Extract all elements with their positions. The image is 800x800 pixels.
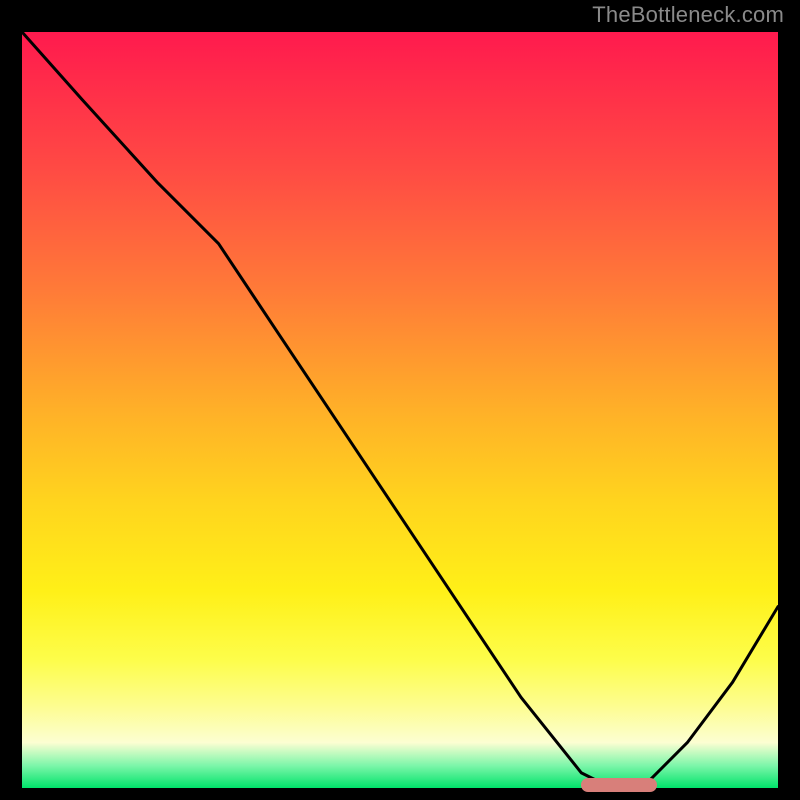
optimal-range-marker: [581, 778, 657, 792]
plot-area: [22, 32, 778, 788]
bottleneck-curve: [22, 32, 778, 788]
chart-frame: [14, 24, 786, 796]
